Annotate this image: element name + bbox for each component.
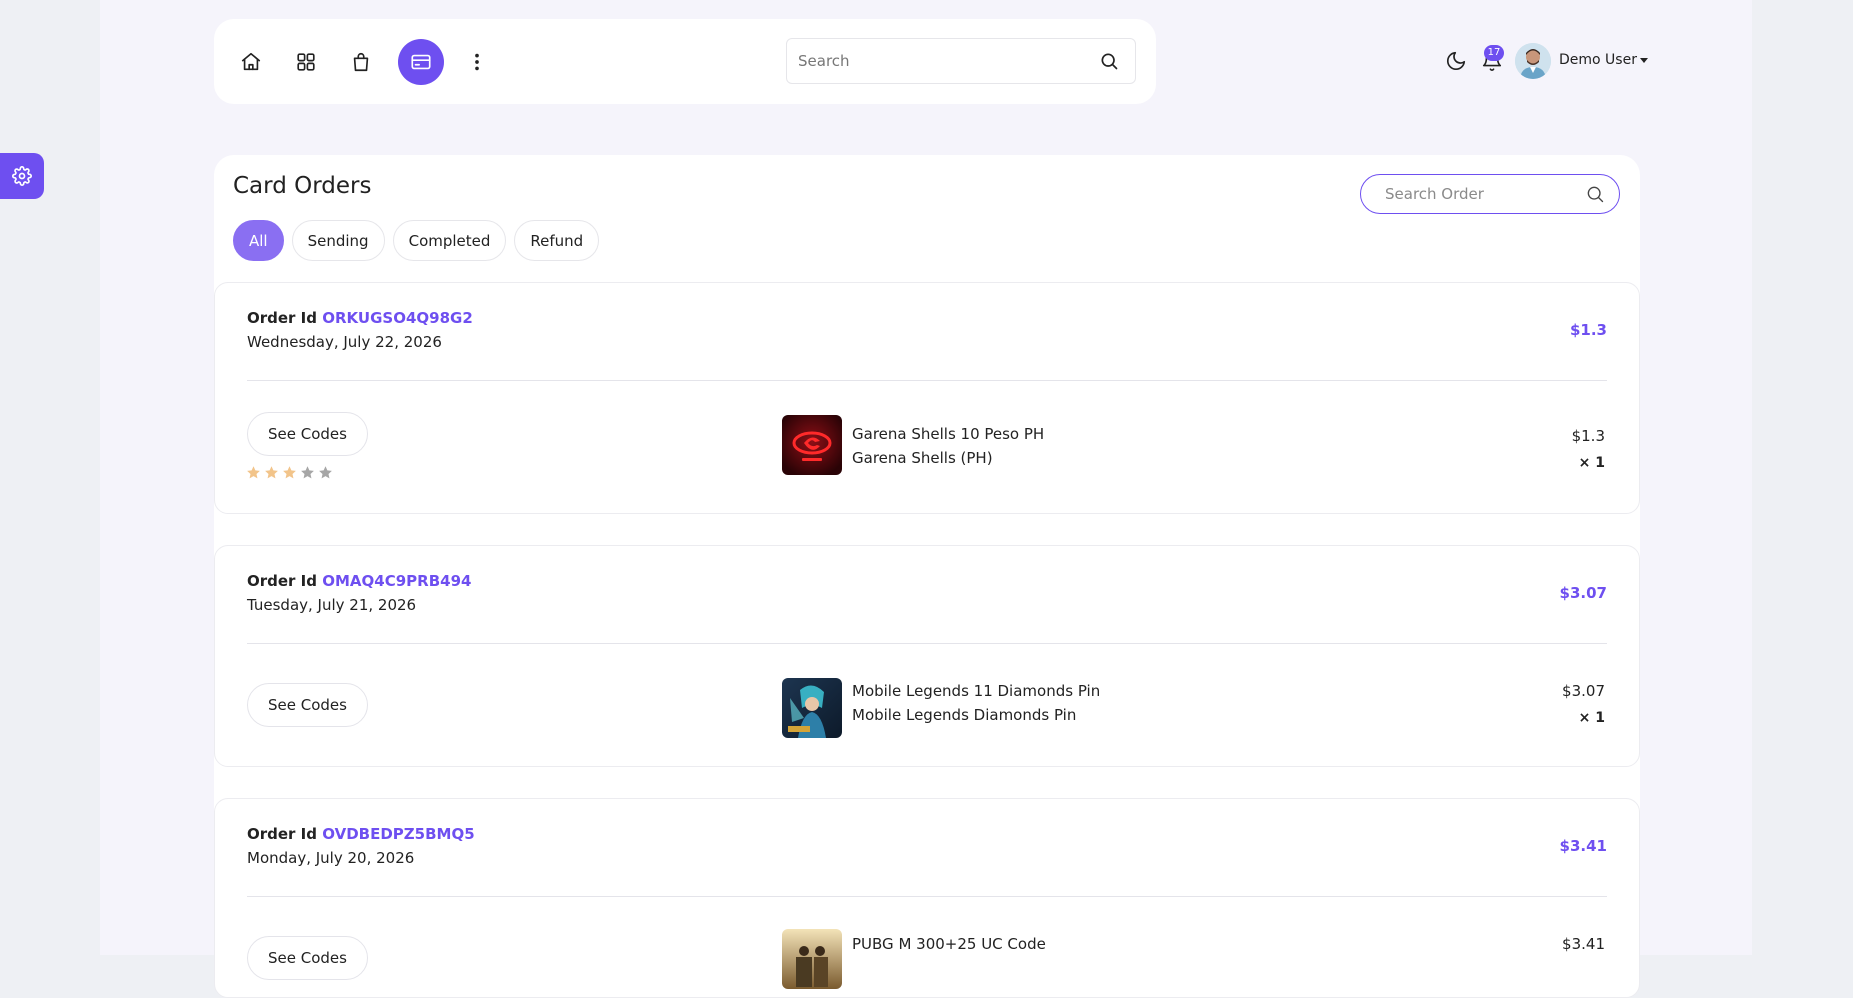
tab-completed[interactable]: Completed [392, 220, 507, 261]
order-status-tabs: All Sending Completed Refund [233, 220, 600, 261]
user-menu-dropdown[interactable]: Demo User [1559, 52, 1648, 68]
credit-card-icon [411, 54, 431, 70]
star-filled-icon[interactable] [264, 465, 279, 480]
order-id-value[interactable]: OMAQ4C9PRB494 [322, 572, 471, 590]
top-search-button[interactable] [1099, 51, 1121, 73]
top-search-input[interactable] [787, 39, 1087, 83]
item-price-block: $3.07 × 1 [1562, 678, 1605, 732]
user-avatar-icon [1515, 43, 1551, 79]
tab-all[interactable]: All [233, 220, 284, 261]
order-card: Order Id OVDBEDPZ5BMQ5 Monday, July 20, … [214, 798, 1640, 998]
search-icon [1587, 186, 1604, 203]
moon-icon [1446, 51, 1466, 71]
user-name-label: Demo User [1559, 52, 1637, 68]
grid-icon [297, 53, 315, 71]
product-thumbnail [782, 929, 842, 989]
notification-count-badge: 17 [1484, 45, 1504, 61]
item-price-block: $3.41 [1562, 931, 1605, 958]
divider [247, 380, 1607, 381]
item-price-block: $1.3 × 1 [1572, 423, 1605, 477]
pubg-art-icon [782, 929, 842, 989]
product-info: Garena Shells 10 Peso PH Garena Shells (… [852, 422, 1044, 470]
dark-mode-toggle[interactable] [1445, 50, 1467, 76]
nav-more-button[interactable] [454, 39, 500, 85]
gear-icon [12, 166, 32, 186]
nav-card-orders-button[interactable] [398, 39, 444, 85]
product-thumbnail [782, 415, 842, 475]
order-date: Tuesday, July 21, 2026 [247, 596, 417, 614]
product-info: Mobile Legends 11 Diamonds Pin Mobile Le… [852, 679, 1100, 727]
avatar[interactable] [1515, 43, 1551, 79]
header-user-area: 17 Demo User [1440, 40, 1648, 82]
product-info: PUBG M 300+25 UC Code [852, 932, 1046, 956]
product-name[interactable]: Garena Shells 10 Peso PH [852, 422, 1044, 446]
order-date: Wednesday, July 22, 2026 [247, 333, 442, 351]
divider [247, 896, 1607, 897]
order-header: Order Id ORKUGSO4Q98G2 Wednesday, July 2… [247, 309, 473, 351]
nav-shop-button[interactable] [338, 39, 384, 85]
item-price: $3.07 [1562, 682, 1605, 700]
home-icon [241, 52, 261, 71]
settings-toggle-button[interactable] [0, 153, 44, 199]
order-id-value[interactable]: OVDBEDPZ5BMQ5 [322, 825, 474, 843]
order-id-line: Order Id ORKUGSO4Q98G2 [247, 309, 473, 327]
order-header: Order Id OVDBEDPZ5BMQ5 Monday, July 20, … [247, 825, 475, 867]
order-total: $3.41 [1559, 837, 1607, 855]
product-thumbnail [782, 678, 842, 738]
top-navbar [214, 19, 1156, 104]
order-total: $3.07 [1559, 584, 1607, 602]
order-total: $1.3 [1569, 321, 1607, 339]
order-search-button[interactable] [1585, 184, 1605, 208]
order-search-box [1360, 174, 1620, 214]
page-title: Card Orders [233, 173, 372, 199]
more-vertical-icon [475, 53, 479, 71]
divider [247, 643, 1607, 644]
order-id-value[interactable]: ORKUGSO4Q98G2 [322, 309, 473, 327]
tab-refund[interactable]: Refund [514, 220, 600, 261]
order-header: Order Id OMAQ4C9PRB494 Tuesday, July 21,… [247, 572, 471, 614]
order-id-label: Order Id [247, 309, 317, 327]
caret-down-icon [1639, 57, 1648, 63]
see-codes-button[interactable]: See Codes [247, 936, 368, 980]
product-name[interactable]: PUBG M 300+25 UC Code [852, 932, 1046, 956]
top-search-box [786, 38, 1136, 84]
garena-logo-icon [782, 415, 842, 475]
rating-stars [246, 465, 333, 480]
order-id-line: Order Id OVDBEDPZ5BMQ5 [247, 825, 475, 843]
star-filled-icon[interactable] [246, 465, 261, 480]
see-codes-button[interactable]: See Codes [247, 683, 368, 727]
star-empty-icon[interactable] [318, 465, 333, 480]
order-card: Order Id ORKUGSO4Q98G2 Wednesday, July 2… [214, 282, 1640, 514]
order-search-input[interactable] [1361, 175, 1576, 213]
nav-categories-button[interactable] [283, 39, 329, 85]
order-id-line: Order Id OMAQ4C9PRB494 [247, 572, 471, 590]
nav-home-button[interactable] [228, 39, 274, 85]
product-name[interactable]: Mobile Legends 11 Diamonds Pin [852, 679, 1100, 703]
product-category: Mobile Legends Diamonds Pin [852, 706, 1077, 724]
star-empty-icon[interactable] [300, 465, 315, 480]
mobile-legends-art-icon [782, 678, 842, 738]
star-filled-icon[interactable] [282, 465, 297, 480]
order-date: Monday, July 20, 2026 [247, 849, 415, 867]
product-category: Garena Shells (PH) [852, 449, 993, 467]
item-price: $1.3 [1571, 427, 1605, 445]
shopping-bag-icon [353, 52, 369, 72]
item-quantity: × 1 [1578, 710, 1605, 726]
order-card: Order Id OMAQ4C9PRB494 Tuesday, July 21,… [214, 545, 1640, 767]
search-icon [1101, 53, 1118, 70]
order-id-label: Order Id [247, 825, 317, 843]
see-codes-button[interactable]: See Codes [247, 412, 368, 456]
item-price: $3.41 [1562, 935, 1605, 953]
tab-sending[interactable]: Sending [291, 220, 385, 261]
order-id-label: Order Id [247, 572, 317, 590]
item-quantity: × 1 [1578, 455, 1605, 471]
